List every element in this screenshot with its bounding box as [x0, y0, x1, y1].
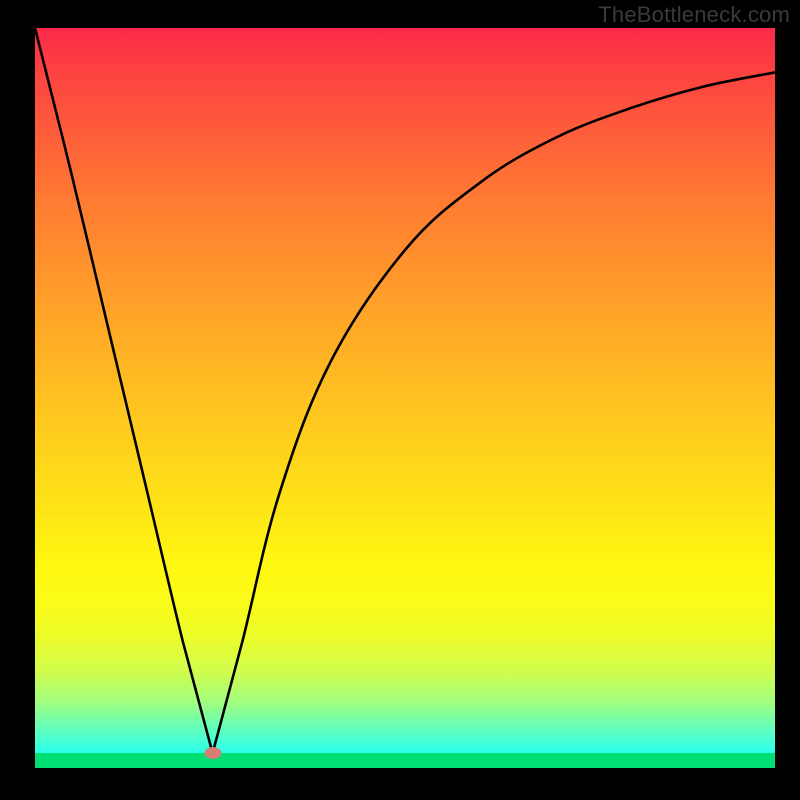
curve-layer [35, 28, 775, 768]
attribution-text: TheBottleneck.com [598, 2, 790, 28]
plot-area [35, 28, 775, 768]
bottleneck-curve [35, 28, 775, 753]
minimum-marker-icon [204, 747, 221, 759]
chart-frame: TheBottleneck.com [0, 0, 800, 800]
